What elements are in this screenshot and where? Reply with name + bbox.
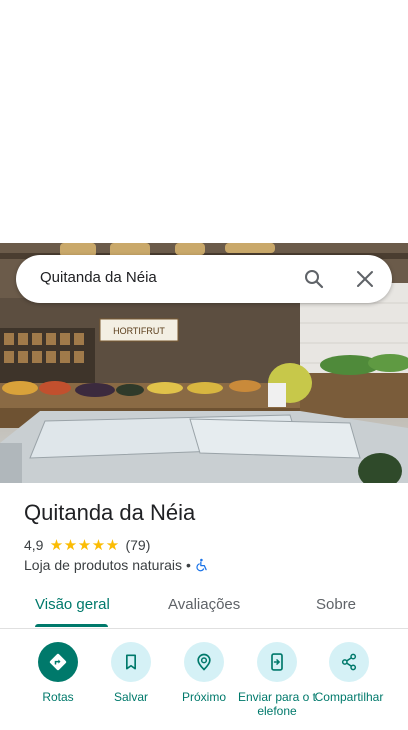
star-icon: ★ [63, 536, 78, 554]
search-input[interactable]: Quitanda da Néia [40, 269, 157, 286]
nearby-button[interactable]: Próximo [164, 642, 244, 730]
close-icon[interactable] [353, 267, 377, 291]
place-title: Quitanda da Néia [24, 500, 196, 525]
active-tab-indicator [35, 624, 108, 627]
rating-stars: ★ ★ ★ ★ ★ [49, 538, 119, 553]
nearby-icon [197, 653, 211, 671]
reviews-count: (79) [125, 537, 151, 553]
bookmark-icon [126, 654, 136, 670]
save-label: Salvar [113, 690, 148, 704]
share-icon [341, 653, 357, 671]
map-blank-area [0, 0, 408, 243]
category-row: Loja de produtos naturais • [24, 556, 209, 574]
share-button[interactable]: Compartilhar [309, 642, 389, 730]
wheelchair-accessible-icon [196, 558, 207, 572]
star-icon: ★ [91, 536, 106, 554]
send-to-phone-icon [271, 653, 283, 671]
star-icon: ★ [105, 536, 120, 554]
tab-sobre[interactable]: Sobre [316, 596, 356, 613]
separator: • [186, 557, 191, 573]
nearby-label: Próximo [181, 690, 226, 704]
save-button-circle[interactable] [111, 642, 151, 682]
rating-value: 4,9 [24, 537, 44, 553]
place-category: Loja de produtos naturais [24, 557, 182, 573]
nearby-button-circle[interactable] [184, 642, 224, 682]
tab-visao-geral[interactable]: Visão geral [35, 596, 110, 613]
directions-label: Rotas [42, 690, 74, 704]
star-icon: ★ [77, 536, 92, 554]
send-to-phone-label: Enviar para o telefone [237, 690, 317, 718]
share-label: Compartilhar [314, 690, 384, 704]
send-to-phone-button-circle[interactable] [257, 642, 297, 682]
tab-avaliacoes[interactable]: Avaliações [168, 596, 240, 613]
store-sign: HORTIFRUT [113, 326, 165, 336]
directions-icon [49, 653, 67, 671]
search-bar[interactable]: Quitanda da Néia [16, 255, 392, 303]
directions-button-circle[interactable] [38, 642, 78, 682]
star-icon: ★ [49, 536, 64, 554]
send-to-phone-button[interactable]: Enviar para o telefone [237, 642, 317, 730]
search-icon[interactable] [302, 267, 326, 291]
tab-bar: Visão geral Avaliações Sobre [0, 585, 408, 629]
rating-row[interactable]: 4,9 ★ ★ ★ ★ ★ (79) [24, 536, 150, 554]
share-button-circle[interactable] [329, 642, 369, 682]
save-button[interactable]: Salvar [91, 642, 171, 730]
directions-button[interactable]: Rotas [18, 642, 98, 730]
